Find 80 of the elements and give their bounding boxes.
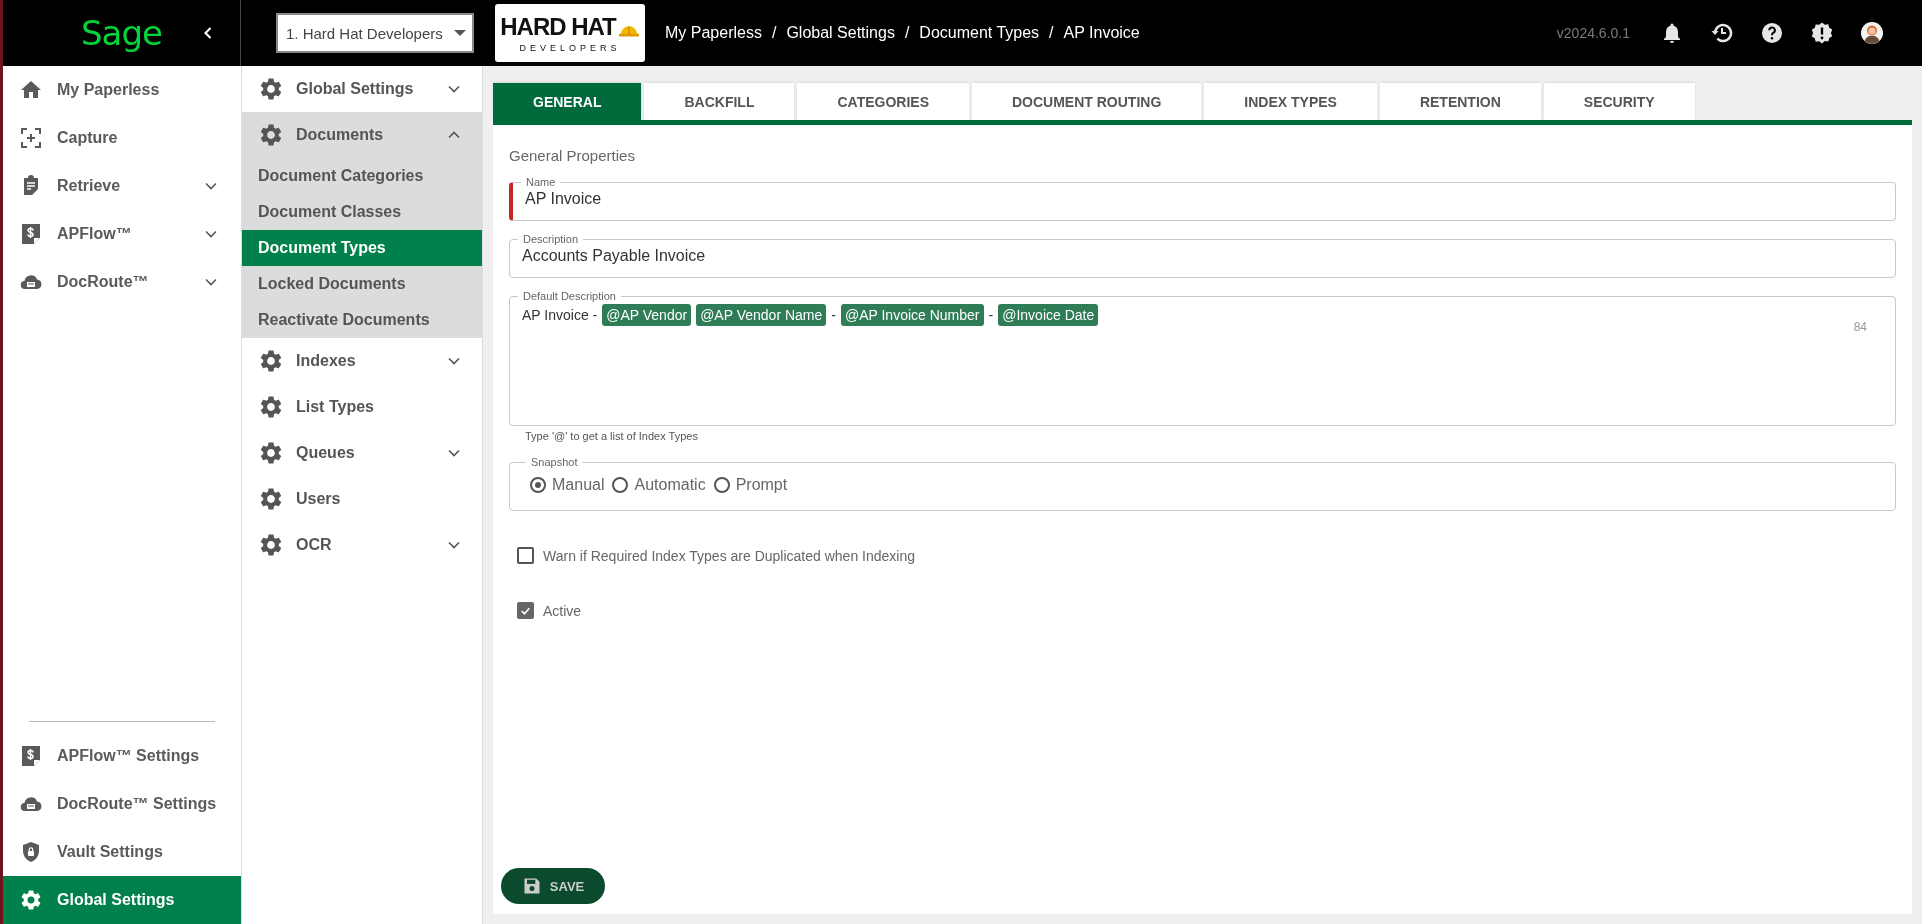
index-tag[interactable]: @Invoice Date xyxy=(998,304,1099,326)
submenu-item[interactable]: Reactivate Documents xyxy=(242,302,482,338)
radio-group: Snapshot Manual Automatic Prompt xyxy=(509,456,1896,511)
breadcrumb-link[interactable]: Document Types xyxy=(919,24,1040,42)
gear-icon xyxy=(19,888,43,912)
tab[interactable]: SECURITY xyxy=(1543,83,1695,120)
gear-icon xyxy=(258,394,284,420)
nav-item[interactable]: DocRoute™ Settings xyxy=(3,780,241,828)
menu-item[interactable]: Queues xyxy=(242,430,482,476)
tab[interactable]: CATEGORIES xyxy=(797,83,969,120)
tab[interactable]: BACKFILL xyxy=(644,83,795,120)
radio-button[interactable] xyxy=(612,477,629,493)
radio-label: Prompt xyxy=(735,476,788,494)
gear-icon xyxy=(258,532,284,558)
version-label: v2024.6.0.1 xyxy=(1556,25,1630,41)
radio-button[interactable] xyxy=(713,477,730,493)
tab[interactable]: INDEX TYPES xyxy=(1204,83,1377,120)
company-logo: HARD HAT DEVELOPERS xyxy=(495,4,645,62)
menu-item[interactable]: Documents xyxy=(242,112,482,158)
tab[interactable]: GENERAL xyxy=(493,83,642,120)
index-tag[interactable]: @AP Invoice Number xyxy=(840,304,984,326)
nav-item[interactable]: My Paperless xyxy=(3,66,241,114)
breadcrumb-separator: / xyxy=(904,24,910,42)
breadcrumb-separator: / xyxy=(771,24,777,42)
nav-item[interactable]: Capture xyxy=(3,114,241,162)
checkbox[interactable] xyxy=(517,602,534,619)
avatar-icon[interactable] xyxy=(1860,21,1884,45)
checkbox-label: Warn if Required Index Types are Duplicated when Indexing xyxy=(543,547,915,564)
text: AP Invoice - xyxy=(522,307,598,323)
company-select[interactable]: 1. Hard Hat Developers xyxy=(276,13,474,53)
nav-item[interactable]: Vault Settings xyxy=(3,828,241,876)
input-field[interactable]: Description Accounts Payable Invoice xyxy=(509,233,1896,278)
caret-icon xyxy=(454,30,466,36)
menu-item[interactable]: List Types xyxy=(242,384,482,430)
breadcrumb-link[interactable]: My Paperless xyxy=(665,24,762,42)
input-field[interactable]: Name AP Invoice xyxy=(509,176,1896,221)
submenu-item[interactable]: Document Categories xyxy=(242,158,482,194)
gear-icon xyxy=(258,76,284,102)
gear-icon xyxy=(258,486,284,512)
history-icon[interactable] xyxy=(1710,21,1734,45)
alert-badge-icon[interactable] xyxy=(1810,21,1834,45)
radio-label: Manual xyxy=(552,476,605,494)
tab[interactable]: DOCUMENT ROUTING xyxy=(972,83,1202,120)
gear-icon xyxy=(258,122,284,148)
submenu-item[interactable]: Document Types xyxy=(242,230,482,266)
index-tag[interactable]: @AP Vendor xyxy=(602,304,692,326)
capture-icon xyxy=(19,126,43,150)
gear-icon xyxy=(258,440,284,466)
menu-item[interactable]: OCR xyxy=(242,522,482,568)
gear-icon xyxy=(258,348,284,374)
text-area[interactable]: Default Description AP Invoice - @AP Vendor @AP Vendor Name - @AP Invoice Number - @Invoice Date 84 xyxy=(509,290,1896,426)
nav-item[interactable]: DocRoute™ xyxy=(3,258,241,306)
nav-item[interactable]: APFlow™ Settings xyxy=(3,732,241,780)
menu-item[interactable]: Global Settings xyxy=(242,66,482,112)
nav-item[interactable]: Global Settings xyxy=(3,876,241,924)
text: - xyxy=(831,307,836,323)
index-tag[interactable]: @AP Vendor Name xyxy=(696,304,827,326)
logo: Sage xyxy=(81,13,162,53)
submenu-item[interactable]: Document Classes xyxy=(242,194,482,230)
save-button[interactable]: SAVE xyxy=(501,868,605,904)
section-title: General Properties xyxy=(509,147,636,164)
breadcrumb-separator: / xyxy=(1049,24,1054,42)
submenu-item[interactable]: Locked Documents xyxy=(242,266,482,302)
breadcrumb-link[interactable]: AP Invoice xyxy=(1063,24,1140,42)
dollar-document-icon xyxy=(19,222,43,246)
menu-item[interactable]: Indexes xyxy=(242,338,482,384)
text: - xyxy=(988,307,994,323)
helper-text: Type '@' to get a list of Index Types xyxy=(525,430,699,442)
radio-button[interactable] xyxy=(530,477,546,493)
menu-item[interactable]: Users xyxy=(242,476,482,522)
tab[interactable]: RETENTION xyxy=(1379,83,1541,120)
character-counter: 84 xyxy=(1853,320,1867,334)
help-icon[interactable] xyxy=(1760,21,1784,45)
radio-label: Automatic xyxy=(634,476,706,494)
nav-item[interactable]: Retrieve xyxy=(3,162,241,210)
checkbox[interactable] xyxy=(517,547,534,564)
checkbox-label: Active xyxy=(543,602,582,619)
dollar-document-icon xyxy=(19,744,43,768)
breadcrumb-link[interactable]: Global Settings xyxy=(786,24,895,42)
nav-item[interactable]: APFlow™ xyxy=(3,210,241,258)
